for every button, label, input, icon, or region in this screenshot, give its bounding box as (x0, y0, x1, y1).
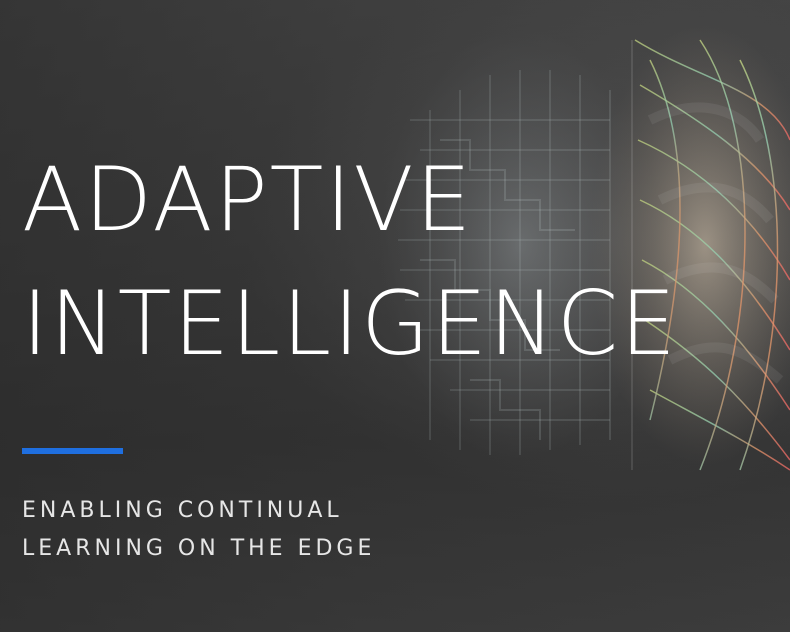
hero-banner: ADAPTIVE INTELLIGENCE ENABLING CONTINUAL… (0, 0, 790, 632)
hero-subtitle-line-1: ENABLING CONTINUAL (22, 498, 343, 523)
accent-bar (22, 448, 123, 454)
hero-subtitle-line-2: LEARNING ON THE EDGE (22, 536, 376, 561)
hero-title: ADAPTIVE INTELLIGENCE (22, 138, 678, 386)
hero-title-line-1: ADAPTIVE (22, 148, 474, 251)
hero-title-line-2: INTELLIGENCE (22, 272, 678, 375)
hero-subtitle: ENABLING CONTINUAL LEARNING ON THE EDGE (22, 492, 375, 568)
